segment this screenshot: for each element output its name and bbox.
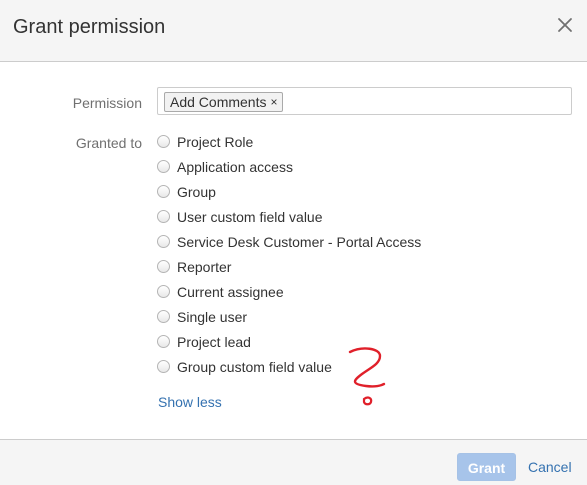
grant-permission-dialog: Grant permission Permission Add Comments… bbox=[0, 0, 587, 485]
dialog-footer: Grant Cancel bbox=[0, 439, 587, 485]
radio-option-user-custom-field-value[interactable]: User custom field value bbox=[157, 208, 421, 233]
permission-chip: Add Comments × bbox=[164, 92, 283, 112]
radio-label: Single user bbox=[177, 309, 248, 325]
radio-label: Project Role bbox=[177, 134, 254, 150]
radio-button[interactable] bbox=[157, 185, 170, 198]
close-icon[interactable] bbox=[557, 17, 573, 33]
radio-option-group[interactable]: Group bbox=[157, 183, 421, 208]
radio-label: Group bbox=[177, 184, 216, 200]
granted-to-label: Granted to bbox=[75, 135, 142, 151]
radio-button[interactable] bbox=[157, 335, 170, 348]
grant-button[interactable]: Grant bbox=[457, 453, 516, 481]
radio-label: Application access bbox=[177, 159, 293, 175]
radio-button[interactable] bbox=[157, 210, 170, 223]
radio-option-reporter[interactable]: Reporter bbox=[157, 258, 421, 283]
dialog-header: Grant permission bbox=[0, 0, 587, 62]
radio-label: Service Desk Customer - Portal Access bbox=[177, 234, 422, 250]
radio-label: Group custom field value bbox=[177, 359, 332, 375]
radio-label: User custom field value bbox=[177, 209, 323, 225]
radio-label: Project lead bbox=[177, 334, 251, 350]
dialog-body: Permission Add Comments × Granted to Pro… bbox=[0, 62, 587, 439]
radio-button[interactable] bbox=[157, 135, 170, 148]
radio-option-single-user[interactable]: Single user bbox=[157, 308, 421, 333]
radio-label: Reporter bbox=[177, 259, 232, 275]
cancel-link[interactable]: Cancel bbox=[528, 458, 572, 476]
radio-option-application-access[interactable]: Application access bbox=[157, 158, 421, 183]
dialog-title: Grant permission bbox=[13, 16, 166, 38]
permission-chip-label: Add Comments bbox=[170, 94, 267, 110]
chip-remove-icon[interactable]: × bbox=[270, 93, 277, 111]
radio-button[interactable] bbox=[157, 310, 170, 323]
permission-label: Permission bbox=[72, 95, 142, 111]
radio-option-service-desk-customer[interactable]: Service Desk Customer - Portal Access bbox=[157, 233, 421, 258]
radio-label: Current assignee bbox=[177, 284, 284, 300]
permission-input[interactable]: Add Comments × bbox=[157, 87, 572, 115]
show-less-link[interactable]: Show less bbox=[158, 393, 222, 411]
radio-button[interactable] bbox=[157, 360, 170, 373]
radio-option-project-role[interactable]: Project Role bbox=[157, 133, 421, 158]
handwritten-question-mark bbox=[340, 342, 390, 412]
radio-button[interactable] bbox=[157, 285, 170, 298]
radio-button[interactable] bbox=[157, 235, 170, 248]
radio-button[interactable] bbox=[157, 160, 170, 173]
radio-option-current-assignee[interactable]: Current assignee bbox=[157, 283, 421, 308]
radio-button[interactable] bbox=[157, 260, 170, 273]
